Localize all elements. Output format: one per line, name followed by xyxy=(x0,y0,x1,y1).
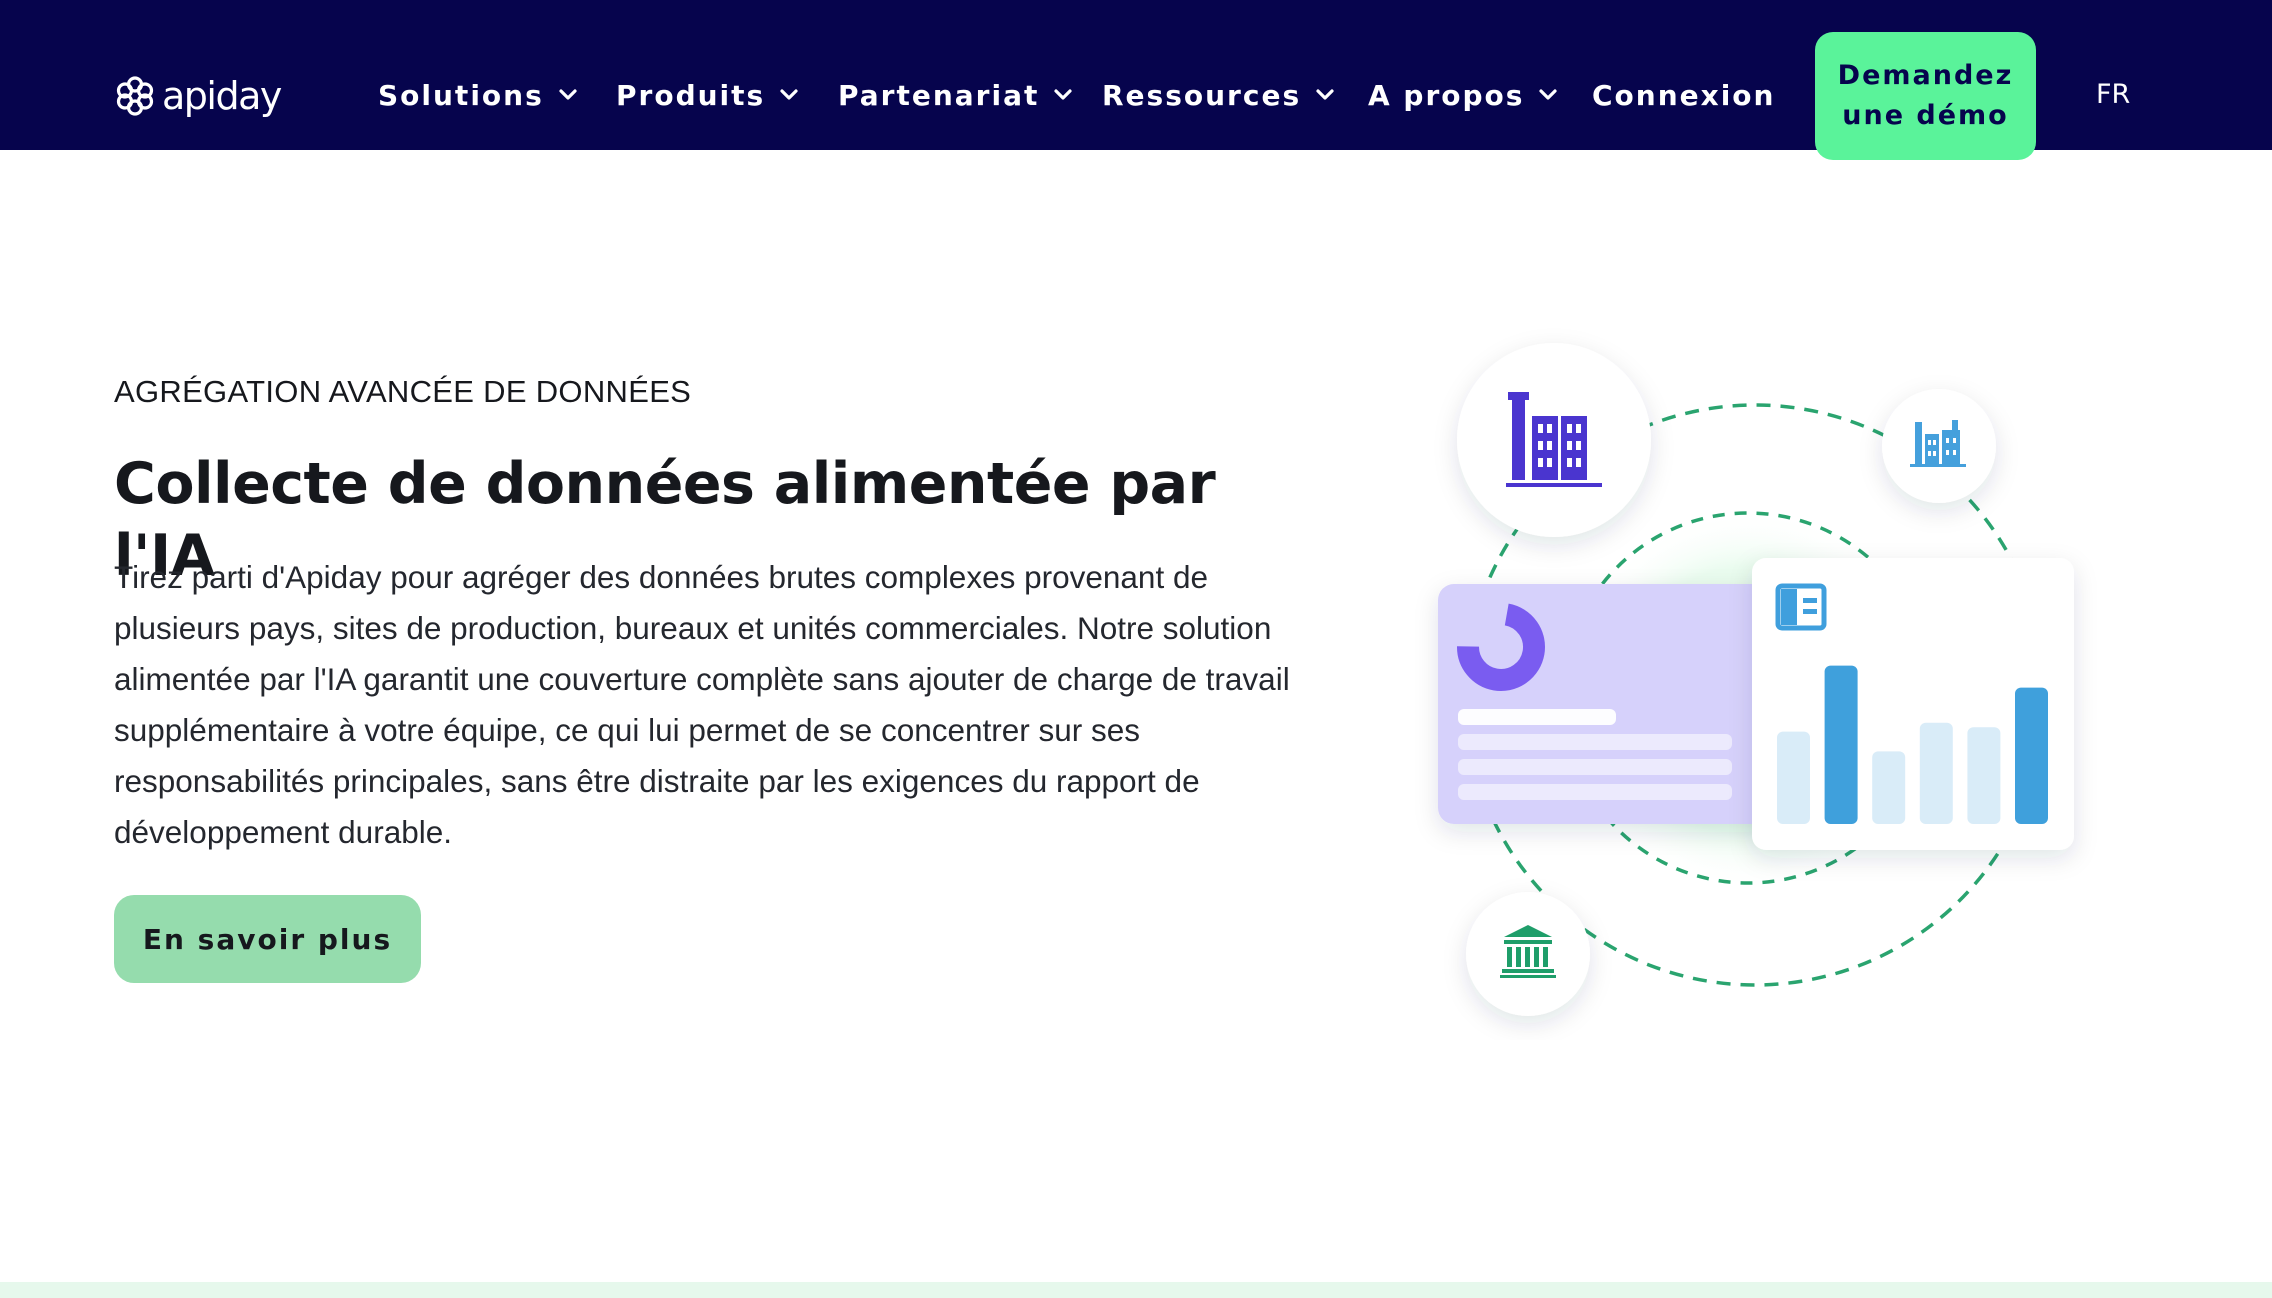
chart-bar xyxy=(1824,665,1858,824)
chevron-down-icon xyxy=(1054,89,1072,100)
nav-item-solutions[interactable]: Solutions xyxy=(378,75,578,115)
chart-bar xyxy=(1967,727,2001,824)
hero-eyebrow: AGRÉGATION AVANCÉE DE DONNÉES xyxy=(114,374,692,409)
card-placeholder-line xyxy=(1458,784,1732,800)
nav-item-label: Ressources xyxy=(1102,78,1302,112)
nav-item-ressources[interactable]: Ressources xyxy=(1102,75,1335,115)
nav-item-label: Connexion xyxy=(1592,78,1776,112)
chart-bar xyxy=(1777,731,1810,824)
flower-logo-icon xyxy=(116,76,154,116)
chart-bar xyxy=(1919,722,1953,824)
nav-item-label: Partenariat xyxy=(838,78,1040,112)
request-demo-button[interactable]: Demandez une démo xyxy=(1815,32,2036,160)
logo-wordmark: apiday xyxy=(162,74,282,118)
nav-item-produits[interactable]: Produits xyxy=(616,75,799,115)
nav-item-label: Produits xyxy=(616,78,766,112)
chart-bar xyxy=(2015,687,2048,824)
illustration-canvas xyxy=(1438,343,2074,1016)
card-placeholder-line xyxy=(1458,759,1732,775)
learn-more-button[interactable]: En savoir plus xyxy=(114,895,421,983)
chevron-down-icon xyxy=(559,89,577,100)
apiday-logo[interactable]: apiday xyxy=(114,70,282,122)
next-section-edge xyxy=(0,1282,2272,1298)
language-switcher[interactable]: FR xyxy=(2096,75,2130,115)
data-aggregation-illustration xyxy=(1380,320,2180,1040)
hero-description: Tirez parti d'Apiday pour agréger des do… xyxy=(114,559,1290,850)
nav-item-label: A propos xyxy=(1368,78,1525,112)
chart-bar xyxy=(1872,751,1906,824)
nav-item-label: Solutions xyxy=(378,78,544,112)
card-placeholder-line xyxy=(1458,734,1732,750)
chevron-down-icon xyxy=(1316,89,1334,100)
chevron-down-icon xyxy=(780,89,798,100)
top-navigation-bar: apiday Solutions Produits Partenariat Re… xyxy=(0,0,2272,160)
nav-item-partenariat[interactable]: Partenariat xyxy=(838,75,1073,115)
nav-item-a-propos[interactable]: A propos xyxy=(1368,75,1558,115)
chevron-down-icon xyxy=(1539,89,1558,100)
card-placeholder-line xyxy=(1458,709,1616,725)
nav-item-connexion[interactable]: Connexion xyxy=(1592,75,1775,115)
